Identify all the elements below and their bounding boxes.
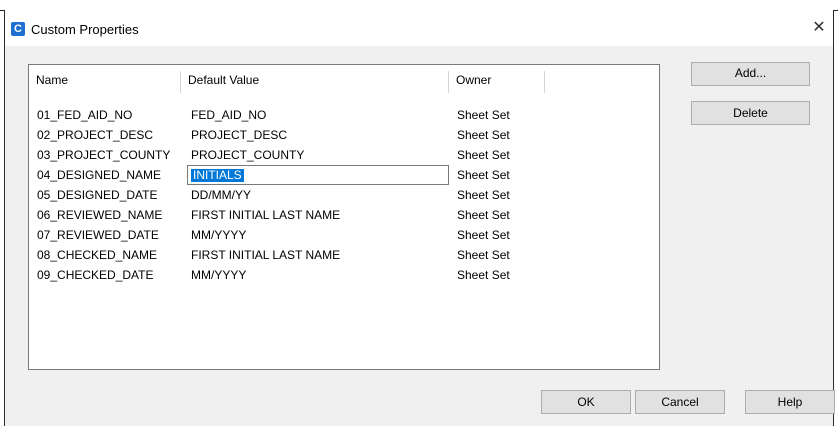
autocad-app-icon: C [11,22,25,36]
add-button[interactable]: Add... [691,62,810,86]
property-name-cell: 05_DESIGNED_DATE [37,188,158,202]
default-value-cell: DD/MM/YY [191,188,251,202]
property-name-cell: 03_PROJECT_COUNTY [37,148,171,162]
owner-cell: Sheet Set [457,228,510,242]
owner-cell: Sheet Set [457,188,510,202]
selected-text: INITIALS [191,168,244,182]
table-row[interactable]: 06_REVIEWED_NAME FIRST INITIAL LAST NAME S… [29,205,659,225]
table-row[interactable]: 07_REVIEWED_DATE MM/YYYY Sheet Set [29,225,659,245]
cancel-button[interactable]: Cancel [635,390,725,414]
default-value-cell: MM/YYYY [191,268,247,282]
default-value-cell: PROJECT_COUNTY [191,148,305,162]
property-name-cell: 06_REVIEWED_NAME [37,208,163,222]
table-row[interactable]: 02_PROJECT_DESC PROJECT_DESC Sheet Set [29,125,659,145]
delete-button[interactable]: Delete [691,101,810,125]
column-header-owner[interactable]: Owner [449,71,545,93]
column-header-default-value[interactable]: Default Value [181,71,449,93]
close-icon[interactable]: ✕ [805,16,833,40]
property-name-cell: 09_CHECKED_DATE [37,268,154,282]
owner-cell: Sheet Set [457,108,510,122]
default-value-edit-field[interactable]: INITIALS [187,165,449,185]
table-row[interactable]: 09_CHECKED_DATE MM/YYYY Sheet Set [29,265,659,285]
dialog-title: Custom Properties [31,22,139,37]
default-value-cell: FED_AID_NO [191,108,267,122]
table-row[interactable]: 04_DESIGNED_NAME INITIALS Sheet Set [29,165,659,185]
list-header: Name Default Value Owner [29,71,659,93]
property-name-cell: 08_CHECKED_NAME [37,248,158,262]
property-name-cell: 04_DESIGNED_NAME [37,168,162,182]
property-name-cell: 07_REVIEWED_DATE [37,228,159,242]
help-button[interactable]: Help [745,390,835,414]
custom-properties-dialog: C Custom Properties ✕ Name Default Value… [4,10,835,426]
table-row[interactable]: 01_FED_AID_NO FED_AID_NO Sheet Set [29,105,659,125]
column-header-name[interactable]: Name [29,71,181,93]
property-name-cell: 02_PROJECT_DESC [37,128,154,142]
owner-cell: Sheet Set [457,208,510,222]
default-value-cell: MM/YYYY [191,228,247,242]
owner-cell: Sheet Set [457,248,510,262]
owner-cell: Sheet Set [457,128,510,142]
property-name-cell: 01_FED_AID_NO [37,108,133,122]
title-bar: C Custom Properties ✕ [5,10,833,46]
owner-cell: Sheet Set [457,168,510,182]
properties-list[interactable]: Name Default Value Owner 01_FED_AID_NO FE… [28,64,660,370]
table-row[interactable]: 03_PROJECT_COUNTY PROJECT_COUNTY Sheet Set [29,145,659,165]
default-value-cell: FIRST INITIAL LAST NAME [191,248,341,262]
default-value-cell: PROJECT_DESC [191,128,288,142]
default-value-cell: FIRST INITIAL LAST NAME [191,208,341,222]
owner-cell: Sheet Set [457,268,510,282]
ok-button[interactable]: OK [541,390,631,414]
table-row[interactable]: 08_CHECKED_NAME FIRST INITIAL LAST NAME Sh… [29,245,659,265]
table-row[interactable]: 05_DESIGNED_DATE DD/MM/YY Sheet Set [29,185,659,205]
owner-cell: Sheet Set [457,148,510,162]
